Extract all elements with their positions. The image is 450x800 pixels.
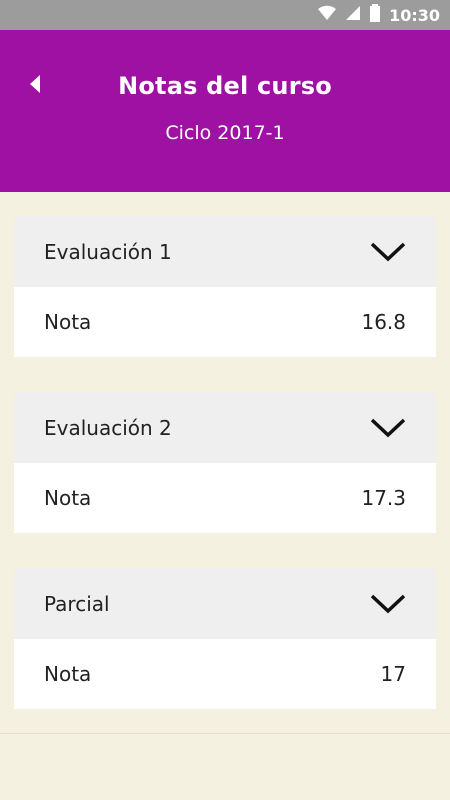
page-subtitle: Ciclo 2017-1 [165, 122, 285, 144]
grade-label: Nota [44, 310, 92, 334]
status-icons [317, 4, 381, 26]
grade-value: 17 [380, 662, 406, 686]
wifi-icon [317, 5, 337, 25]
grade-label: Nota [44, 662, 92, 686]
page-title: Notas del curso [118, 72, 332, 100]
chevron-down-icon[interactable] [370, 592, 406, 616]
evaluation-name: Evaluación 1 [44, 239, 172, 264]
grade-row: Nota 17.3 [14, 463, 436, 533]
grade-row: Nota 16.8 [14, 287, 436, 357]
evaluation-name: Parcial [44, 591, 110, 616]
grade-value: 16.8 [361, 310, 406, 334]
chevron-down-icon[interactable] [370, 240, 406, 264]
battery-icon [369, 4, 381, 26]
evaluations-list: Evaluación 1 Nota 16.8 Evaluación 2 Nota… [14, 216, 436, 744]
bottom-divider [0, 733, 450, 734]
cell-signal-icon [345, 5, 361, 25]
evaluation-header[interactable]: Evaluación 1 [14, 216, 436, 287]
evaluation-header[interactable]: Evaluación 2 [14, 392, 436, 463]
evaluation-name: Evaluación 2 [44, 415, 172, 440]
grade-row: Nota 17 [14, 639, 436, 709]
status-bar: 10:30 [0, 0, 450, 30]
evaluation-card: Evaluación 2 Nota 17.3 [14, 392, 436, 533]
status-time: 10:30 [389, 5, 440, 25]
chevron-down-icon[interactable] [370, 416, 406, 440]
evaluation-header[interactable]: Parcial [14, 568, 436, 639]
evaluation-card: Parcial Nota 17 [14, 568, 436, 709]
grade-value: 17.3 [361, 486, 406, 510]
app-header: Notas del curso Ciclo 2017-1 [0, 30, 450, 192]
evaluation-card: Evaluación 1 Nota 16.8 [14, 216, 436, 357]
grade-label: Nota [44, 486, 92, 510]
